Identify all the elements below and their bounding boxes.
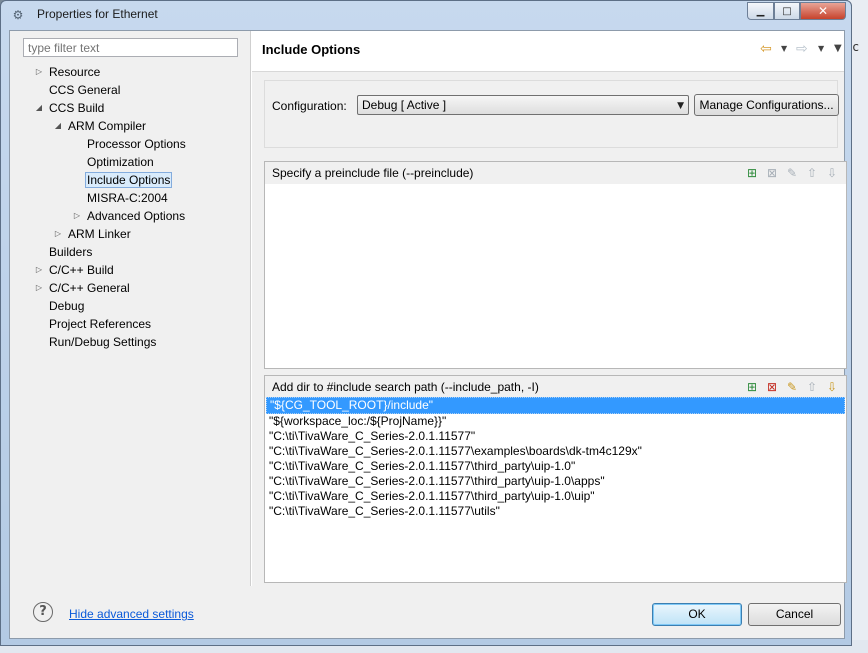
tree-item[interactable]: ◢ ARM Compiler	[55, 117, 148, 135]
title-bar[interactable]: ⚙ Properties for Ethernet ▁ □ ✕	[1, 1, 851, 29]
collapsed-arrow-icon[interactable]: ▷	[53, 225, 63, 243]
delete-icon[interactable]: ⊠	[764, 165, 780, 181]
view-menu-icon[interactable]: ▼	[834, 43, 842, 54]
property-tree: ▷ Resource CCS General ◢ CCS Build ◢ ARM Compi…	[20, 59, 250, 587]
tree-item-label: CCS General	[49, 83, 121, 97]
delete-icon[interactable]: ⊠	[764, 379, 780, 395]
tree-item[interactable]: Include Options	[85, 171, 173, 189]
tree-item[interactable]: ▷ Resource	[36, 63, 102, 81]
hide-advanced-settings-link[interactable]: Hide advanced settings	[69, 607, 194, 621]
list-item[interactable]: "${CG_TOOL_ROOT}/include"	[266, 397, 845, 414]
tree-item[interactable]: Builders	[47, 243, 94, 261]
tree-item-label: Debug	[49, 299, 85, 313]
ok-button[interactable]: OK	[652, 603, 742, 626]
tree-item[interactable]: ▷ Advanced Options	[74, 207, 187, 225]
edit-icon[interactable]: ✎	[784, 165, 800, 181]
move-down-icon[interactable]: ⇩	[824, 165, 840, 181]
tree-item[interactable]: Processor Options	[85, 135, 188, 153]
list-item[interactable]: "C:\ti\TivaWare_C_Series-2.0.1.11577\thi…	[266, 489, 845, 504]
tree-item[interactable]: MISRA-C:2004	[85, 189, 170, 207]
tree-item-label: Builders	[49, 245, 93, 259]
include-path-toolbar: ⊞ ⊠ ✎ ⇧ ⇩	[744, 379, 840, 395]
add-icon[interactable]: ⊞	[744, 165, 760, 181]
window-controls: ▁ □ ✕	[747, 2, 846, 20]
tree-item[interactable]: ▷ C/C++ Build	[36, 261, 116, 279]
tree-item[interactable]: ◢ CCS Build	[36, 99, 106, 117]
tree-item-label: Optimization	[87, 155, 154, 169]
tree-item-label: C/C++ Build	[49, 263, 114, 277]
preinclude-panel: Specify a preinclude file (--preinclude)…	[264, 161, 847, 369]
tree-item-label: C/C++ General	[49, 281, 130, 295]
help-icon[interactable]: ?	[33, 602, 53, 622]
window-title: Properties for Ethernet	[37, 7, 158, 21]
tree-item-label: Project References	[49, 317, 152, 331]
manage-configurations-button[interactable]: Manage Configurations...	[694, 94, 839, 116]
page-title: Include Options	[262, 42, 361, 57]
tree-item-label: Run/Debug Settings	[49, 335, 157, 349]
minimize-icon: ▁	[756, 5, 765, 17]
preinclude-toolbar: ⊞ ⊠ ✎ ⇧ ⇩	[744, 165, 840, 181]
list-item[interactable]: "C:\ti\TivaWare_C_Series-2.0.1.11577\exa…	[266, 444, 845, 459]
tree-item-label: CCS Build	[49, 101, 105, 115]
app-icon: ⚙	[12, 8, 24, 22]
forward-dropdown-icon[interactable]: ▼	[818, 44, 824, 53]
tree-item-label: ARM Linker	[68, 227, 131, 241]
tree-item[interactable]: ▷ C/C++ General	[36, 279, 132, 297]
tree-item-label: Resource	[49, 65, 101, 79]
move-up-icon[interactable]: ⇧	[804, 165, 820, 181]
tree-item[interactable]: Project References	[47, 315, 153, 333]
move-down-icon[interactable]: ⇩	[824, 379, 840, 395]
configuration-label: Configuration:	[272, 99, 347, 113]
cancel-button[interactable]: Cancel	[748, 603, 841, 626]
tree-item[interactable]: Debug	[47, 297, 86, 315]
configuration-group: Configuration: Debug [ Active ] ▼ Manage…	[264, 80, 839, 148]
include-path-panel: Add dir to #include search path (--inclu…	[264, 375, 847, 583]
include-path-list: "${CG_TOOL_ROOT}/include" "${workspace_lo…	[266, 397, 845, 519]
edit-icon[interactable]: ✎	[784, 379, 800, 395]
include-path-title: Add dir to #include search path (--inclu…	[272, 380, 539, 394]
tree-item[interactable]: Optimization	[85, 153, 156, 171]
tree-item-label: ARM Compiler	[68, 119, 147, 133]
minimize-button[interactable]: ▁	[747, 2, 774, 20]
list-item[interactable]: "C:\ti\TivaWare_C_Series-2.0.1.11577\thi…	[266, 474, 845, 489]
list-item[interactable]: "C:\ti\TivaWare_C_Series-2.0.1.11577"	[266, 429, 845, 444]
filter-input[interactable]	[23, 38, 238, 57]
properties-dialog: ⚙ Properties for Ethernet ▁ □ ✕ ▷ Resourc…	[0, 0, 852, 646]
close-icon: ✕	[817, 4, 829, 18]
preinclude-title: Specify a preinclude file (--preinclude)	[272, 166, 474, 180]
tree-item-label: Processor Options	[87, 137, 186, 151]
add-icon[interactable]: ⊞	[744, 379, 760, 395]
dialog-client: ▷ Resource CCS General ◢ CCS Build ◢ ARM Compi…	[9, 30, 847, 639]
collapsed-arrow-icon[interactable]: ▷	[72, 207, 82, 225]
collapsed-arrow-icon[interactable]: ▷	[34, 279, 44, 297]
collapsed-arrow-icon[interactable]: ▷	[34, 261, 44, 279]
maximize-button[interactable]: □	[774, 2, 800, 20]
configuration-value: Debug [ Active ]	[362, 98, 447, 112]
move-up-icon[interactable]: ⇧	[804, 379, 820, 395]
back-arrow-icon[interactable]: ⇦	[760, 41, 772, 57]
close-button[interactable]: ✕	[800, 2, 846, 20]
tree-item[interactable]: ▷ ARM Linker	[55, 225, 133, 243]
tree-item-label: Include Options	[85, 172, 173, 188]
list-item[interactable]: "${workspace_loc:/${ProjName}}"	[266, 414, 845, 429]
back-dropdown-icon[interactable]: ▼	[781, 44, 787, 53]
tree-item[interactable]: Run/Debug Settings	[47, 333, 158, 351]
page-header: Include Options ⇦ ▼ ⇨ ▼ ▼	[252, 31, 844, 72]
expanded-arrow-icon[interactable]: ◢	[34, 99, 44, 117]
expanded-arrow-icon[interactable]: ◢	[53, 117, 63, 135]
chevron-down-icon: ▼	[677, 101, 684, 111]
list-item[interactable]: "C:\ti\TivaWare_C_Series-2.0.1.11577\thi…	[266, 459, 845, 474]
tree-item-label: MISRA-C:2004	[87, 191, 168, 205]
list-item[interactable]: "C:\ti\TivaWare_C_Series-2.0.1.11577\uti…	[266, 504, 845, 519]
maximize-icon: □	[782, 5, 792, 17]
collapsed-arrow-icon[interactable]: ▷	[34, 63, 44, 81]
tree-item-label: Advanced Options	[87, 209, 186, 223]
tree-item[interactable]: CCS General	[47, 81, 122, 99]
forward-arrow-icon[interactable]: ⇨	[796, 41, 808, 57]
configuration-select[interactable]: Debug [ Active ] ▼	[357, 95, 689, 115]
